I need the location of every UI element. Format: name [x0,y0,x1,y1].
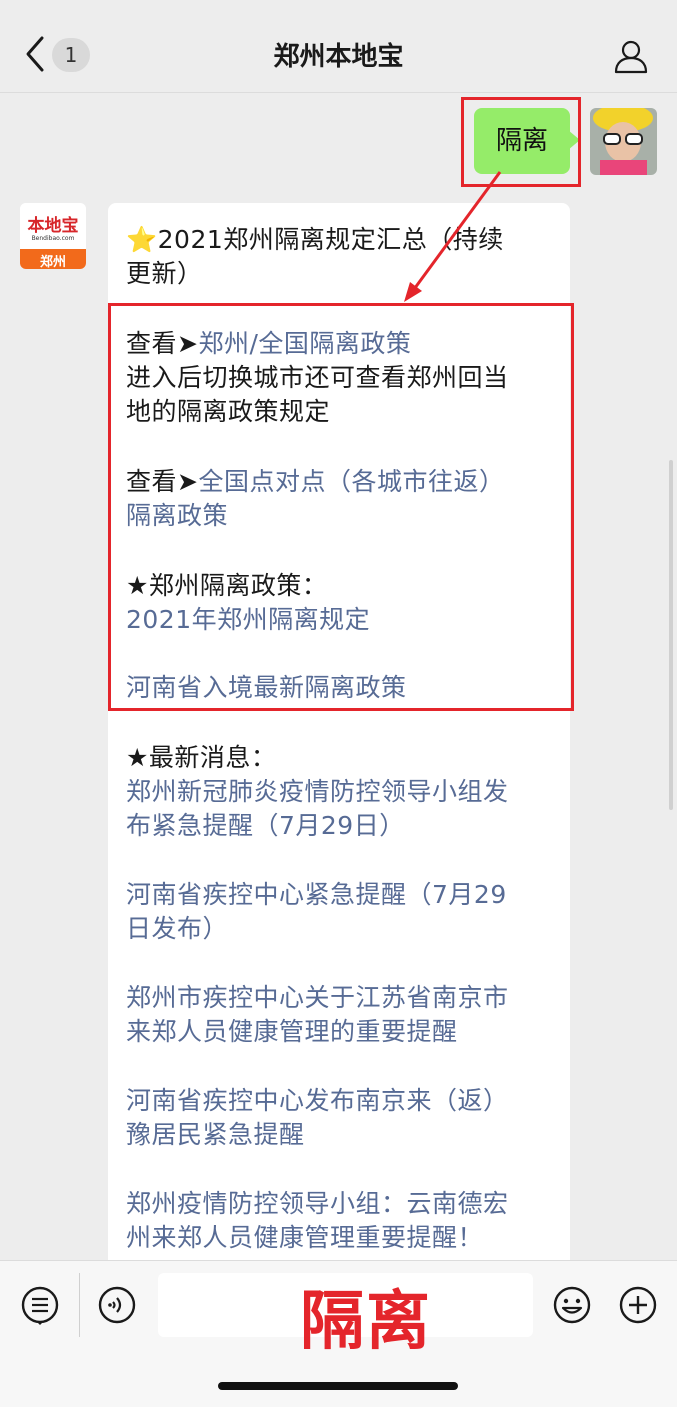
reply-title-cont: 更新） [126,259,203,288]
news-item-5-line1[interactable]: 郑州疫情防控领导小组：云南德宏 [126,1184,509,1220]
news-item-3-line1[interactable]: 郑州市疾控中心关于江苏省南京市 [126,978,509,1014]
logo-text: 本地宝 [27,216,79,236]
news-item-3-line2[interactable]: 来郑人员健康管理的重要提醒 [126,1012,458,1048]
voice-input-icon[interactable] [97,1285,137,1325]
reply-title: ⭐2021郑州隔离规定汇总（持续 [126,225,504,254]
home-indicator[interactable] [218,1382,458,1390]
news-item-1-line1[interactable]: 郑州新冠肺炎疫情防控领导小组发 [126,772,509,808]
logo-city: 郑州 [39,255,66,269]
news-item-2-line1[interactable]: 河南省疾控中心紧急提醒（7月29 [126,875,507,911]
add-plus-icon[interactable] [618,1285,658,1325]
logo-subtext: Bendibao.com [31,235,75,242]
menu-list-icon[interactable] [20,1285,60,1325]
news-heading: ★最新消息： [126,743,277,772]
account-avatar[interactable]: 本地宝 Bendibao.com 郑州 [20,203,86,269]
scrollbar[interactable] [669,460,673,810]
page-title: 郑州本地宝 [273,42,404,72]
news-item-2-line2[interactable]: 日发布） [126,909,228,945]
news-item-4-line2[interactable]: 豫居民紧急提醒 [126,1115,305,1151]
user-profile-icon[interactable] [613,38,649,74]
emoji-icon[interactable] [552,1285,592,1325]
bottom-divider [79,1273,80,1337]
annotation-overlay-text: 隔离 [300,1284,432,1359]
news-item-4-line1[interactable]: 河南省疾控中心发布南京来（返） [126,1081,509,1117]
user-avatar-image [590,108,657,175]
user-avatar[interactable] [590,108,657,175]
news-item-1-line2[interactable]: 布紧急提醒（7月29日） [126,806,405,842]
news-item-5-line2[interactable]: 州来郑人员健康管理重要提醒！ [126,1218,483,1254]
highlight-box-policy-links [108,303,574,711]
top-bar: 1 郑州本地宝 [0,0,677,93]
highlight-box-user-message [461,97,581,187]
